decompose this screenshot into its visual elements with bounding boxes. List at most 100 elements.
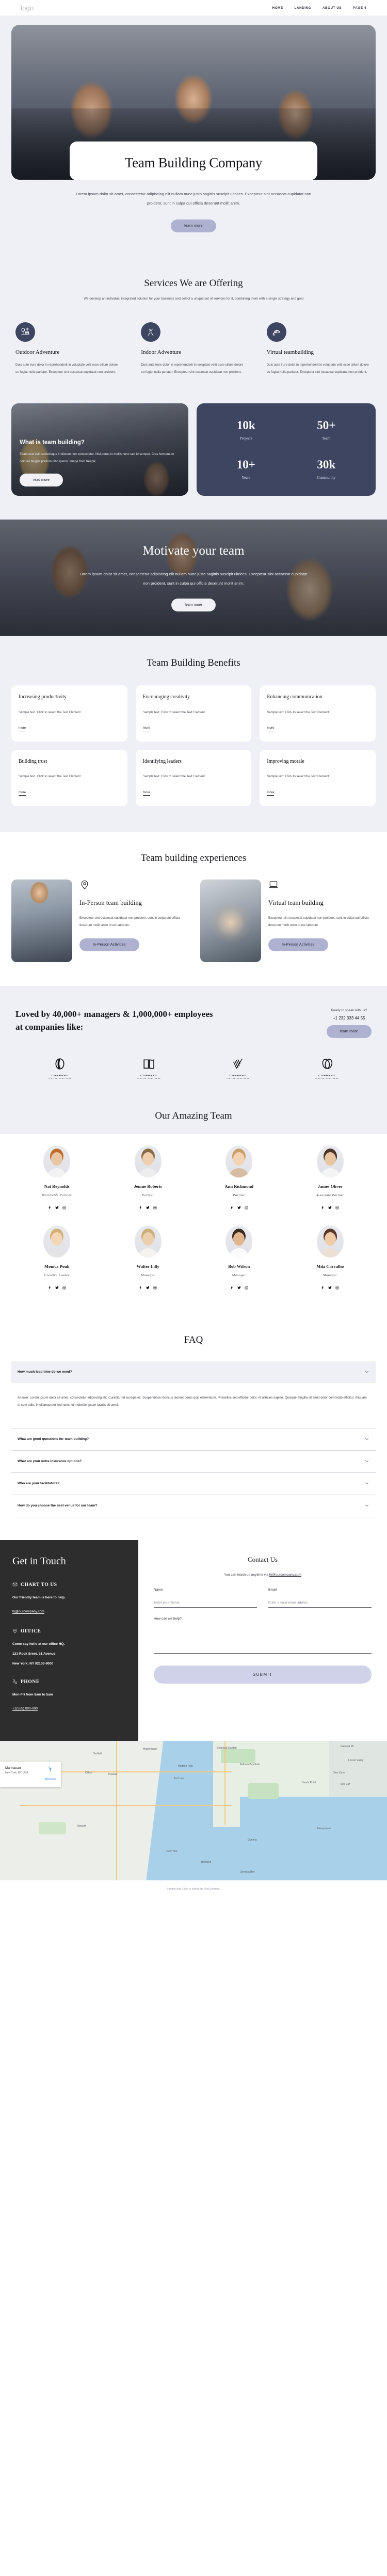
- faq-question-row[interactable]: How do you choose the best venue for our…: [11, 1495, 376, 1517]
- instagram-icon[interactable]: [245, 1203, 248, 1212]
- facebook-icon[interactable]: [230, 1203, 234, 1212]
- map-label: Sands Point: [302, 1781, 316, 1785]
- benefit-card[interactable]: Identifying leaders Sample text. Click t…: [135, 749, 252, 806]
- virtual-activities-button[interactable]: In-Person Activities: [268, 938, 328, 952]
- email-input[interactable]: [268, 1599, 372, 1608]
- facebook-icon[interactable]: [48, 1283, 52, 1292]
- faq-question-row[interactable]: What are good questions for team buildin…: [11, 1428, 376, 1450]
- team-member-role: Partner: [142, 1193, 154, 1197]
- faq-item: How do you choose the best venue for our…: [11, 1495, 376, 1517]
- benefit-title: Improving morale: [267, 758, 304, 764]
- read-more-button[interactable]: read more: [20, 474, 63, 487]
- map-section[interactable]: Garfield Hackensack Botanical Garden Nation…: [0, 1740, 387, 1880]
- benefit-more-link[interactable]: more: [267, 726, 275, 731]
- map-park-2: [248, 1782, 279, 1800]
- service-card-outdoor[interactable]: Outdoor Adventure Duis aute irure dolor …: [15, 322, 120, 376]
- benefit-card[interactable]: Improving morale Sample text. Click to s…: [260, 749, 376, 806]
- chevron-down-icon[interactable]: [364, 1479, 369, 1488]
- chevron-down-icon[interactable]: [364, 1457, 369, 1466]
- contact-heading-text: OFFICE: [21, 1629, 41, 1635]
- service-card-indoor[interactable]: Indoor Adventure Duis aute irure dolor i…: [141, 322, 246, 376]
- message-textarea[interactable]: [154, 1625, 372, 1654]
- site-logo[interactable]: logo: [21, 4, 34, 12]
- twitter-icon[interactable]: [55, 1203, 59, 1212]
- benefit-title: Identifying leaders: [142, 758, 182, 764]
- contact-reach-email-link[interactable]: hi@ourcompany.com: [269, 1573, 301, 1577]
- map-location-card[interactable]: Manhattan New York, NY, USA Directions: [0, 1761, 61, 1787]
- team-member-role: Manager: [232, 1273, 246, 1277]
- twitter-icon[interactable]: [328, 1203, 332, 1212]
- map-location-subtitle: New York, NY, USA: [5, 1771, 28, 1774]
- faq-question-row[interactable]: How much lead time do we need?: [11, 1361, 376, 1383]
- experience-card-in-person: In-Person team building Excepteur sint o…: [11, 879, 187, 962]
- benefit-card[interactable]: Increasing productivity Sample text. Cli…: [11, 685, 127, 742]
- instagram-icon[interactable]: [62, 1203, 66, 1212]
- social-links: [285, 1283, 376, 1292]
- facebook-icon[interactable]: [321, 1283, 325, 1292]
- twitter-icon[interactable]: [237, 1203, 241, 1212]
- contact-address-line-2: New York, NY 92103-9000: [12, 1661, 54, 1666]
- map-road-2: [19, 1805, 232, 1807]
- team-member-name: Bob Wilson: [228, 1263, 250, 1269]
- experience-photo: [200, 879, 261, 962]
- facebook-icon[interactable]: [139, 1203, 142, 1212]
- social-links: [194, 1203, 285, 1212]
- twitter-icon[interactable]: [328, 1283, 332, 1292]
- nav-item-landing[interactable]: LANDING: [295, 6, 311, 10]
- faq-item: Who are your facilitators?: [11, 1473, 376, 1495]
- benefit-more-link[interactable]: more: [142, 790, 150, 796]
- instagram-icon[interactable]: [335, 1283, 339, 1292]
- facebook-icon[interactable]: [230, 1283, 234, 1292]
- benefit-more-link[interactable]: more: [19, 726, 26, 731]
- tree-sun-icon: [15, 322, 35, 342]
- benefit-title: Encouraging creativity: [142, 694, 190, 700]
- twitter-icon[interactable]: [146, 1203, 150, 1212]
- get-in-touch-title: Get in Touch: [12, 1555, 66, 1567]
- facebook-icon[interactable]: [321, 1203, 325, 1212]
- instagram-icon[interactable]: [153, 1283, 157, 1292]
- nav-item-about-us[interactable]: ABOUT US: [322, 6, 342, 10]
- benefit-more-link[interactable]: more: [267, 790, 275, 796]
- facebook-icon[interactable]: [48, 1203, 52, 1212]
- instagram-icon[interactable]: [153, 1203, 157, 1212]
- client-logo-3: COMPANY TAGLINE GOES HERE: [226, 1057, 250, 1079]
- contact-email-link[interactable]: hi@ourcompany.com: [12, 1609, 44, 1614]
- nav-item-home[interactable]: HOME: [272, 6, 283, 10]
- in-person-activities-button[interactable]: In-Person Activities: [79, 938, 139, 952]
- mail-icon: [12, 1582, 18, 1589]
- twitter-icon[interactable]: [55, 1283, 59, 1292]
- faq-title: FAQ: [184, 1334, 203, 1345]
- instagram-icon[interactable]: [335, 1203, 339, 1212]
- benefit-more-link[interactable]: more: [19, 790, 26, 796]
- submit-button[interactable]: SUBMIT: [154, 1665, 372, 1684]
- instagram-icon[interactable]: [62, 1283, 66, 1292]
- faq-question-row[interactable]: Who are your facilitators?: [11, 1473, 376, 1495]
- motivate-learn-more-button[interactable]: learn more: [171, 599, 216, 612]
- nav-item-page-4[interactable]: PAGE 4: [353, 6, 366, 10]
- chevron-down-icon[interactable]: [364, 1501, 369, 1511]
- name-input[interactable]: [154, 1599, 257, 1608]
- map-label: Passaic: [108, 1773, 118, 1777]
- chevron-down-icon[interactable]: [364, 1435, 369, 1444]
- benefit-card[interactable]: Encouraging creativity Sample text. Clic…: [135, 685, 252, 742]
- map-directions-button[interactable]: Directions: [45, 1766, 56, 1782]
- vr-headset-icon: [266, 322, 286, 342]
- service-card-virtual[interactable]: Virtual teambuilding Duis aute irure dol…: [266, 322, 372, 376]
- hero-learn-more-button[interactable]: learn more: [171, 219, 216, 233]
- instagram-icon[interactable]: [245, 1283, 248, 1292]
- map-label: Hudson Park: [178, 1764, 193, 1768]
- team-member-card: Walter Lilly Manager: [103, 1225, 194, 1292]
- benefit-more-link[interactable]: more: [142, 726, 150, 731]
- service-name: Virtual teambuilding: [266, 349, 314, 355]
- benefit-card[interactable]: Building trust Sample text. Click to sel…: [11, 749, 127, 806]
- faq-question-row[interactable]: What are your extra insurance options?: [11, 1451, 376, 1472]
- benefit-card[interactable]: Enhancing communication Sample text. Cli…: [260, 685, 376, 742]
- facebook-icon[interactable]: [139, 1283, 142, 1292]
- twitter-icon[interactable]: [146, 1283, 150, 1292]
- experience-photo: [11, 879, 72, 962]
- contact-phone-link[interactable]: +1(555) 000-000: [12, 1706, 38, 1711]
- contact-block-heading: OFFICE: [12, 1628, 126, 1635]
- chevron-down-icon[interactable]: [364, 1368, 369, 1377]
- twitter-icon[interactable]: [237, 1283, 241, 1292]
- loved-learn-more-button[interactable]: learn more: [326, 1025, 372, 1038]
